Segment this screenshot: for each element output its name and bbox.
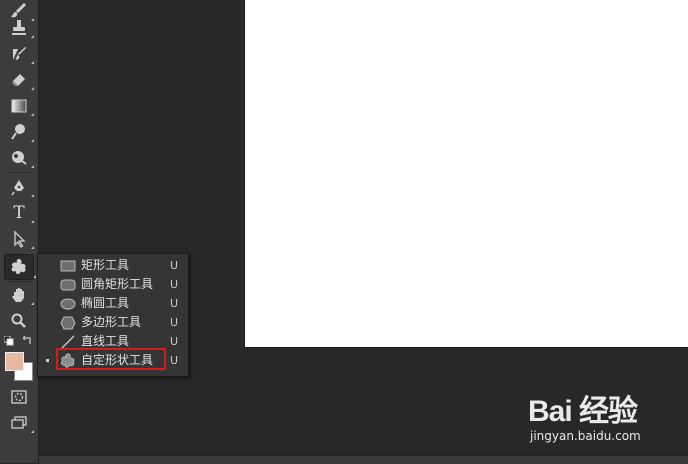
red-highlight-box [56, 348, 166, 370]
zoom-icon [11, 313, 26, 328]
menu-item-label: 多边形工具 [81, 315, 142, 329]
pen-tool[interactable] [7, 176, 34, 198]
stamp-icon [12, 20, 26, 35]
watermark-url: jingyan.baidu.com [530, 429, 641, 443]
menu-item-label: 直线工具 [81, 334, 130, 348]
document-canvas[interactable] [245, 0, 688, 347]
quick-mask-tool[interactable] [7, 386, 31, 408]
blur-icon [11, 124, 25, 140]
tools-panel: T [0, 0, 39, 463]
type-icon: T [13, 203, 25, 223]
menu-item-polygon-tool[interactable]: 多边形工具 U [38, 313, 188, 332]
menu-item-shortcut: U [170, 335, 179, 348]
menu-item-shortcut: U [170, 259, 179, 272]
menu-item-shortcut: U [170, 354, 179, 367]
hand-tool[interactable] [7, 284, 34, 306]
menu-item-label: 椭圆工具 [81, 296, 130, 310]
menu-item-ellipse-tool[interactable]: 椭圆工具 U [38, 294, 188, 313]
menu-item-label: 圆角矩形工具 [81, 277, 154, 291]
pen-icon [11, 180, 24, 196]
polygon-icon [59, 315, 77, 330]
swap-colors-icon[interactable] [23, 335, 33, 345]
hand-icon [12, 288, 24, 302]
baidu-jingyan-watermark: Bai 经验 jingyan.baidu.com [528, 395, 678, 447]
dodge-tool[interactable] [7, 147, 34, 169]
menu-item-rectangle-tool[interactable]: 矩形工具 U [38, 256, 188, 275]
eraser-tool[interactable] [7, 69, 34, 91]
gradient-icon [11, 99, 27, 113]
type-tool[interactable]: T [7, 202, 34, 224]
zoom-tool[interactable] [7, 310, 31, 332]
screen-mode-tool[interactable] [7, 412, 34, 434]
custom-shape-tool[interactable] [4, 254, 36, 280]
history-brush-icon [13, 47, 26, 60]
screen-mode-icon [11, 416, 27, 429]
gradient-tool[interactable] [7, 95, 34, 117]
path-selection-tool[interactable] [7, 228, 34, 250]
rectangle-icon [59, 258, 77, 273]
clone-stamp-tool[interactable] [7, 17, 34, 39]
watermark-logo: Bai 经验 [528, 395, 638, 428]
quick-mask-icon [11, 390, 27, 404]
ellipse-icon [59, 296, 77, 311]
menu-item-label: 矩形工具 [81, 258, 130, 272]
eraser-icon [12, 74, 25, 86]
rounded-rectangle-icon [59, 277, 77, 292]
dodge-icon [12, 151, 27, 165]
shape-icon [11, 259, 26, 274]
menu-item-shortcut: U [170, 297, 179, 310]
default-colors-icon[interactable] [4, 336, 14, 346]
menu-item-shortcut: U [170, 278, 179, 291]
arrow-icon [14, 230, 26, 248]
menu-item-shortcut: U [170, 316, 179, 329]
blur-tool[interactable] [7, 121, 34, 143]
selected-bullet-icon [46, 359, 49, 362]
menu-item-rounded-rectangle-tool[interactable]: 圆角矩形工具 U [38, 275, 188, 294]
line-icon [59, 334, 77, 349]
foreground-color-swatch[interactable] [5, 352, 24, 371]
history-brush-tool[interactable] [7, 43, 34, 65]
